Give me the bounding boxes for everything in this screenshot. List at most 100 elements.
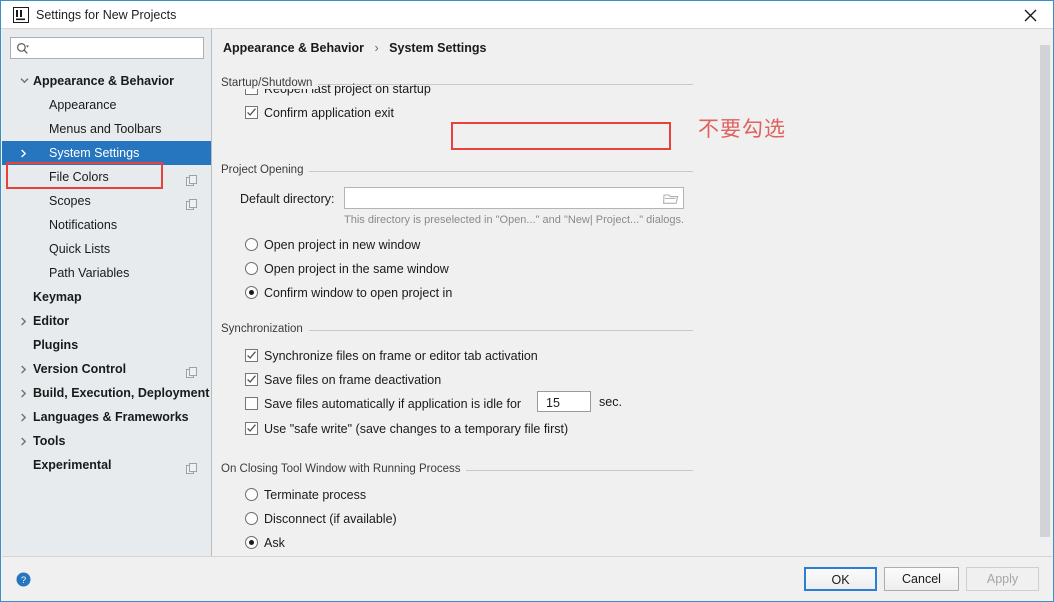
sidebar-item-label: Appearance	[49, 98, 117, 112]
sidebar-item-languages-frameworks[interactable]: Languages & Frameworks	[2, 405, 211, 429]
radio-circle	[245, 262, 258, 275]
radio-label: Confirm window to open project in	[264, 286, 453, 300]
sidebar-item-plugins[interactable]: Plugins	[2, 333, 211, 357]
scrollbar-thumb[interactable]	[1040, 45, 1050, 537]
sidebar-item-appearance-behavior[interactable]: Appearance & Behavior	[2, 69, 211, 93]
sidebar-item-label: Menus and Toolbars	[49, 122, 162, 136]
default-directory-input[interactable]	[349, 188, 663, 210]
chevron-right-icon[interactable]	[18, 429, 30, 453]
sidebar-item-label: Scopes	[49, 194, 91, 208]
checkbox-label: Save files on frame deactivation	[264, 373, 442, 387]
copy-icon[interactable]	[186, 171, 198, 186]
sidebar-item-label: Version Control	[33, 362, 127, 376]
checkbox-label: Save files automatically if application …	[264, 397, 522, 411]
sidebar-item-label: Notifications	[49, 218, 118, 232]
idle-seconds-field[interactable]	[537, 391, 591, 413]
sidebar-item-build-execution-deployment[interactable]: Build, Execution, Deployment	[2, 381, 211, 405]
sidebar-item-label: Plugins	[33, 338, 79, 352]
checkbox-box	[245, 373, 258, 386]
copy-icon[interactable]	[186, 195, 198, 210]
radio-label: Ask	[264, 536, 285, 550]
vertical-scrollbar[interactable]	[1038, 29, 1052, 558]
settings-content: Appearance & Behavior › System Settings …	[213, 29, 1041, 558]
sidebar-item-editor[interactable]: Editor	[2, 309, 211, 333]
help-icon[interactable]: ?	[16, 572, 31, 587]
sidebar-item-label: Editor	[33, 314, 70, 328]
sidebar-item-label: Appearance & Behavior	[33, 74, 175, 88]
svg-text:?: ?	[21, 575, 26, 586]
sidebar-item-quick-lists[interactable]: Quick Lists	[2, 237, 211, 261]
chevron-right-icon[interactable]	[18, 357, 30, 381]
radio-label: Disconnect (if available)	[264, 512, 397, 526]
radio-label: Open project in new window	[264, 238, 421, 252]
radio-circle	[245, 512, 258, 525]
radio-dot	[249, 290, 254, 295]
intellij-idea-icon	[13, 7, 29, 23]
radio-circle	[245, 488, 258, 501]
ok-button[interactable]: OK	[804, 567, 877, 591]
breadcrumb-parent[interactable]: Appearance & Behavior	[223, 41, 364, 55]
sidebar-item-experimental[interactable]: Experimental	[2, 453, 211, 477]
default-directory-label: Default directory:	[240, 192, 335, 206]
search-input[interactable]	[33, 38, 203, 60]
group-title-startup: Startup/Shutdown	[221, 77, 319, 89]
check-icon	[247, 375, 256, 383]
radio-label: Open project in the same window	[264, 262, 449, 276]
apply-button: Apply	[966, 567, 1039, 591]
chevron-right-icon[interactable]	[18, 141, 30, 165]
settings-tree: Appearance & Behavior Appearance Menus and…	[2, 69, 211, 477]
checkbox-box	[245, 422, 258, 435]
group-title-project-opening: Project Opening	[221, 164, 310, 176]
sidebar-item-label: Quick Lists	[49, 242, 111, 256]
cancel-button[interactable]: Cancel	[884, 567, 959, 591]
breadcrumb-current: System Settings	[389, 41, 487, 55]
radio-dot	[249, 540, 254, 545]
sidebar-item-version-control[interactable]: Version Control	[2, 357, 211, 381]
search-box[interactable]	[10, 37, 204, 60]
settings-sidebar: Appearance & Behavior Appearance Menus and…	[2, 29, 212, 558]
radio-circle	[245, 286, 258, 299]
sidebar-item-file-colors[interactable]: File Colors	[2, 165, 211, 189]
sidebar-item-label: Languages & Frameworks	[33, 410, 189, 424]
breadcrumb: Appearance & Behavior › System Settings	[223, 41, 486, 55]
radio-label: Terminate process	[264, 488, 367, 502]
checkbox-box	[245, 349, 258, 362]
sidebar-item-notifications[interactable]: Notifications	[2, 213, 211, 237]
checkbox-label: Use "safe write" (save changes to a temp…	[264, 422, 569, 436]
highlight-box-reopen-checkbox	[451, 122, 671, 150]
sidebar-item-system-settings[interactable]: System Settings	[2, 141, 211, 165]
sidebar-item-scopes[interactable]: Scopes	[2, 189, 211, 213]
sidebar-item-path-variables[interactable]: Path Variables	[2, 261, 211, 285]
checkbox-label: Confirm application exit	[264, 106, 394, 120]
checkbox-box	[245, 397, 258, 410]
radio-circle	[245, 238, 258, 251]
sidebar-item-tools[interactable]: Tools	[2, 429, 211, 453]
folder-icon[interactable]	[663, 192, 679, 205]
sidebar-item-keymap[interactable]: Keymap	[2, 285, 211, 309]
dialog-footer: ? OK Cancel Apply	[2, 556, 1052, 600]
chevron-right-icon[interactable]	[18, 381, 30, 405]
close-icon[interactable]	[1008, 1, 1053, 28]
window-titlebar: Settings for New Projects	[1, 1, 1053, 29]
chevron-down-icon[interactable]	[18, 69, 30, 93]
breadcrumb-separator-icon: ›	[374, 41, 379, 55]
sidebar-item-label: Build, Execution, Deployment	[33, 386, 210, 400]
sidebar-item-label: Keymap	[33, 290, 82, 304]
check-icon	[247, 108, 256, 116]
copy-icon[interactable]	[186, 459, 198, 474]
default-directory-field[interactable]	[344, 187, 684, 210]
idle-seconds-input[interactable]	[544, 392, 588, 413]
default-directory-hint: This directory is preselected in "Open..…	[344, 214, 685, 226]
chevron-right-icon[interactable]	[18, 405, 30, 429]
check-icon	[247, 424, 256, 432]
window-title: Settings for New Projects	[36, 8, 177, 22]
sidebar-item-appearance[interactable]: Appearance	[2, 93, 211, 117]
sidebar-item-label: Experimental	[33, 458, 112, 472]
copy-icon[interactable]	[186, 363, 198, 378]
sidebar-item-label: Tools	[33, 434, 66, 448]
chevron-right-icon[interactable]	[18, 309, 30, 333]
settings-dialog: Settings for New Projects Appearance & B…	[0, 0, 1054, 602]
sidebar-item-label: System Settings	[49, 146, 140, 160]
check-icon	[247, 351, 256, 359]
sidebar-item-menus-and-toolbars[interactable]: Menus and Toolbars	[2, 117, 211, 141]
